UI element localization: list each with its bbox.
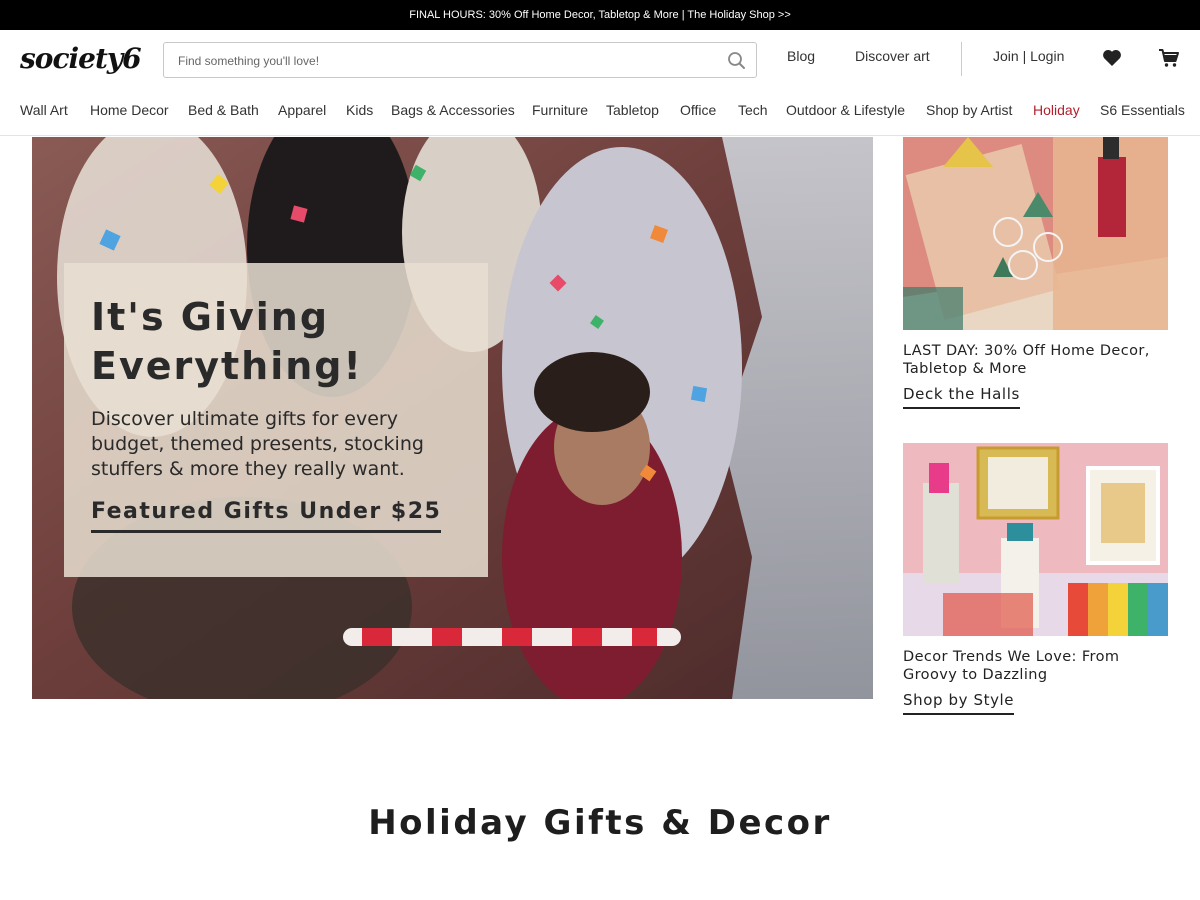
category-nav: Wall Art Home Decor Bed & Bath Apparel K…	[0, 86, 1200, 136]
nav-item-s6-essentials[interactable]: S6 Essentials	[1100, 102, 1185, 118]
deck-the-halls-link[interactable]: Deck the Halls	[903, 385, 1020, 409]
nav-item-home-decor[interactable]: Home Decor	[90, 102, 169, 118]
promo-link[interactable]: FINAL HOURS: 30% Off Home Decor, Tableto…	[409, 9, 791, 21]
nav-item-furniture[interactable]: Furniture	[532, 102, 588, 118]
hero-title: It's Giving Everything!	[91, 295, 363, 388]
section-title: Holiday Gifts & Decor	[368, 803, 832, 843]
side-promo-image-decor[interactable]	[903, 443, 1168, 636]
site-logo[interactable]: society6	[20, 42, 142, 75]
side-promo-image-tabletop[interactable]	[903, 137, 1168, 330]
join-login-link[interactable]: Join | Login	[993, 48, 1064, 64]
hero-cta-link[interactable]: Featured Gifts Under $25	[91, 499, 442, 533]
nav-item-kids[interactable]: Kids	[346, 102, 373, 118]
search-bar	[163, 42, 757, 78]
discover-art-link[interactable]: Discover art	[855, 48, 930, 64]
side-promo-title: LAST DAY: 30% Off Home Decor, Tabletop &…	[903, 343, 1150, 377]
nav-item-tech[interactable]: Tech	[738, 102, 768, 118]
nav-item-apparel[interactable]: Apparel	[278, 102, 326, 118]
hero-text-card: It's Giving Everything! Discover ultimat…	[64, 263, 488, 577]
shop-by-style-link[interactable]: Shop by Style	[903, 691, 1015, 715]
nav-item-bed-bath[interactable]: Bed & Bath	[188, 102, 259, 118]
nav-item-bags-accessories[interactable]: Bags & Accessories	[391, 102, 515, 118]
search-input[interactable]	[178, 51, 698, 71]
hero-banner[interactable]: It's Giving Everything! Discover ultimat…	[32, 137, 873, 699]
blog-link[interactable]: Blog	[787, 48, 815, 64]
heart-icon[interactable]	[1101, 47, 1123, 69]
nav-item-office[interactable]: Office	[680, 102, 716, 118]
side-promo-title: Decor Trends We Love: From Groovy to Daz…	[903, 649, 1120, 683]
nav-item-tabletop[interactable]: Tabletop	[606, 102, 659, 118]
promo-bar[interactable]: FINAL HOURS: 30% Off Home Decor, Tableto…	[0, 0, 1200, 30]
site-header: society6 Blog Discover art Join | Login	[0, 30, 1200, 86]
decor-photo	[903, 443, 1168, 636]
nav-item-holiday[interactable]: Holiday	[1033, 102, 1080, 118]
nav-item-wall-art[interactable]: Wall Art	[20, 102, 68, 118]
nav-item-shop-by-artist[interactable]: Shop by Artist	[926, 102, 1012, 118]
tabletop-photo	[903, 137, 1168, 330]
search-icon[interactable]	[726, 50, 748, 72]
nav-item-outdoor-lifestyle[interactable]: Outdoor & Lifestyle	[786, 102, 905, 118]
header-divider	[961, 42, 962, 76]
cart-icon[interactable]	[1158, 47, 1180, 69]
hero-subtitle: Discover ultimate gifts for every budget…	[91, 408, 424, 480]
